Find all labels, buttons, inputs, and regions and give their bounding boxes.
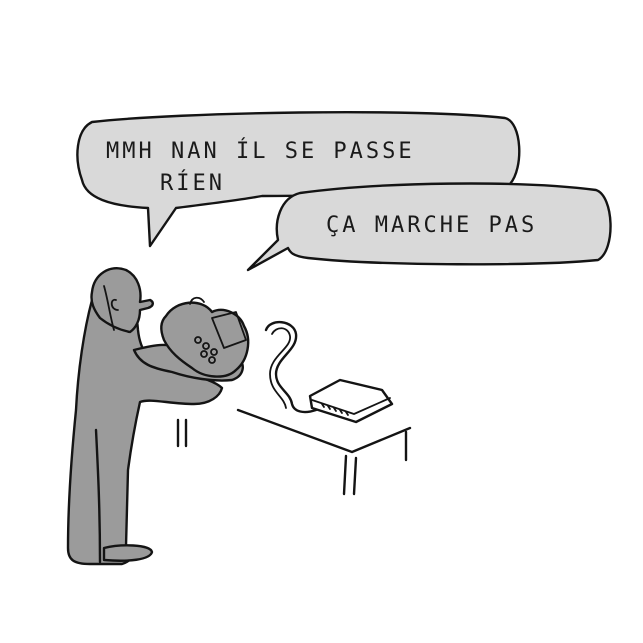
table-top	[236, 408, 412, 454]
person-shoe	[102, 544, 154, 562]
speech-bubble-1-line-1: MMH NAN ÍL SE PASSE	[106, 138, 415, 164]
comic-panel: MMH NAN ÍL SE PASSE RÍEN ÇA MARCHE PAS	[66, 111, 612, 566]
table-leg-front-right	[352, 456, 358, 496]
router-box	[308, 378, 394, 424]
table	[176, 408, 412, 496]
router-box-shape	[308, 378, 394, 424]
cable	[264, 321, 318, 414]
speech-bubble-2: ÇA MARCHE PAS	[246, 182, 612, 272]
table-leg-front-left	[342, 454, 348, 496]
speech-bubble-2-line-1: ÇA MARCHE PAS	[326, 213, 537, 238]
speech-bubble-1-line-2: RÍEN	[160, 170, 225, 196]
